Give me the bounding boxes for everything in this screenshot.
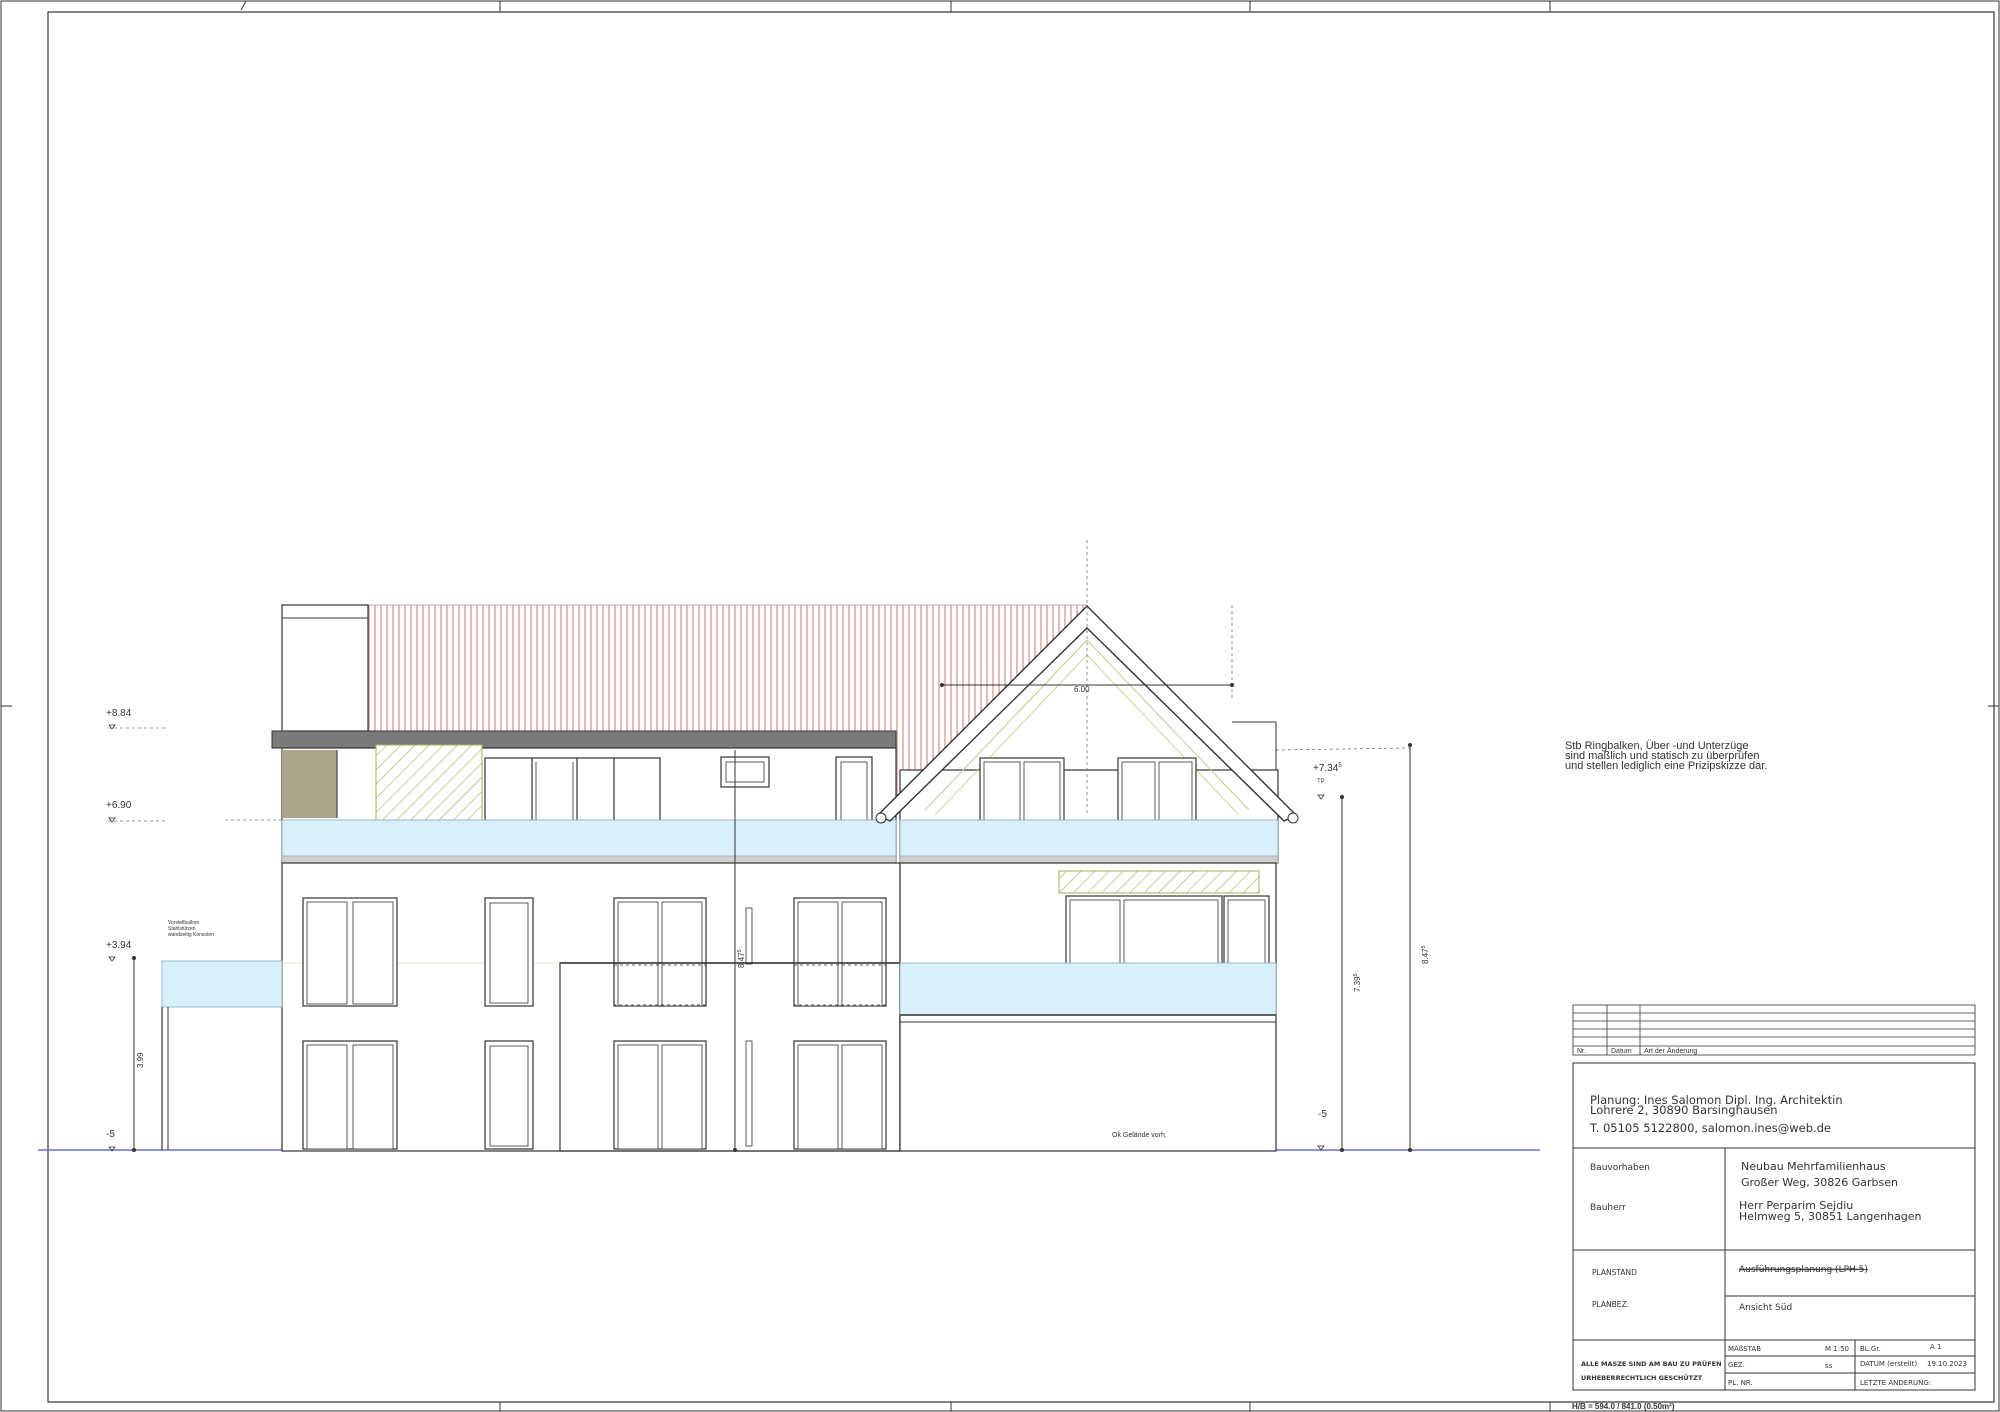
right-balcony-railing <box>899 962 1277 1016</box>
blgr-value: A 1 <box>1930 1343 1941 1351</box>
label-plnr: PL. NR. <box>1728 1379 1753 1387</box>
note-vordach-3: wandseitig Konsolen <box>168 932 214 938</box>
rev-col-change: Art der Änderung <box>1644 1047 1697 1055</box>
planstand-value: Ausführungsplanung (LPH 5) <box>1739 1265 1868 1275</box>
level-ground: -5 <box>106 1129 115 1140</box>
carport-canopy <box>161 960 283 1008</box>
label-bauvorhaben: Bauvorhaben <box>1590 1163 1650 1173</box>
label-blgr: BL.Gr. <box>1860 1345 1881 1353</box>
level-right-top: +7.345 <box>1313 763 1342 774</box>
datum-value: 19.10.2023 <box>1927 1360 1967 1368</box>
bauvorhaben-1: Neubau Mehrfamilienhaus <box>1741 1160 1886 1173</box>
footer-note-2: URHEBERRECHTLICH GESCHÜTZT <box>1581 1373 1703 1382</box>
right-hatch <box>1058 870 1260 894</box>
label-planstand: PLANSTAND <box>1592 1268 1637 1277</box>
level-690: +6.90 <box>106 800 132 811</box>
title-block: Nr. Datum Art der Änderung Planung: Ines… <box>1572 1004 1976 1411</box>
bauvorhaben-2: Großer Weg, 30826 Garbsen <box>1741 1176 1898 1189</box>
top-slab <box>271 730 897 749</box>
rev-col-date: Datum <box>1611 1048 1632 1055</box>
architect-line-3: T. 05105 5122800, salomon.ines@web.de <box>1589 1121 1831 1135</box>
drawing-sheet: +8.84 +6.90 +3.94 -5 +7.345 TP -5 6.00 3… <box>0 0 2000 1412</box>
building-elevation: +8.84 +6.90 +3.94 -5 +7.345 TP -5 6.00 3… <box>38 540 1540 1152</box>
structural-note: Stb Ringbalken, Über -und Unterzüge sind… <box>1565 740 1767 772</box>
note-terrain: Ok Gelände vorh. <box>1112 1132 1167 1139</box>
note-ringbalken-3: und stellen lediglich eine Prizipskizze … <box>1565 760 1767 772</box>
dim-gable-text: 6.00 <box>1074 685 1090 694</box>
planbez-value: Ansicht Süd <box>1739 1303 1792 1313</box>
label-planbez: PLANBEZ. <box>1592 1300 1629 1309</box>
label-gez: GEZ. <box>1728 1361 1745 1369</box>
level-right-ground: -5 <box>1318 1109 1327 1120</box>
massstab-value: M 1:50 <box>1825 1345 1849 1353</box>
revision-table <box>1572 1004 1976 1056</box>
dim-right-height2: 8.475 <box>1421 945 1430 964</box>
level-394: +3.94 <box>106 940 132 951</box>
label-aenderung: LETZTE ÄNDERUNG: <box>1860 1378 1931 1387</box>
rev-col-nr: Nr. <box>1577 1048 1586 1055</box>
architect-line-2: Lohrere 2, 30890 Barsinghausen <box>1590 1103 1778 1117</box>
dim-right-height1: 7.395 <box>1353 973 1362 992</box>
footer-note-1: ALLE MASZE SIND AM BAU ZU PRÜFEN <box>1581 1359 1722 1368</box>
level-right-tp: TP <box>1317 779 1325 785</box>
gez-value: ss <box>1825 1362 1833 1370</box>
label-bauherr: Bauherr <box>1590 1203 1626 1213</box>
label-massstab: MAßSTAB <box>1728 1345 1761 1353</box>
level-884: +8.84 <box>106 708 132 719</box>
bauherr-2: Helmweg 5, 30851 Langenhagen <box>1739 1210 1922 1223</box>
dim-left-height: 3.99 <box>136 1052 145 1068</box>
sheet-size: H/B = 594.0 / 841.0 (0.50m²) <box>1572 1402 1675 1411</box>
top-floor-wall-section <box>282 750 337 818</box>
label-datum: DATUM (erstellt) <box>1860 1360 1917 1368</box>
roof-end-wall <box>281 604 369 732</box>
